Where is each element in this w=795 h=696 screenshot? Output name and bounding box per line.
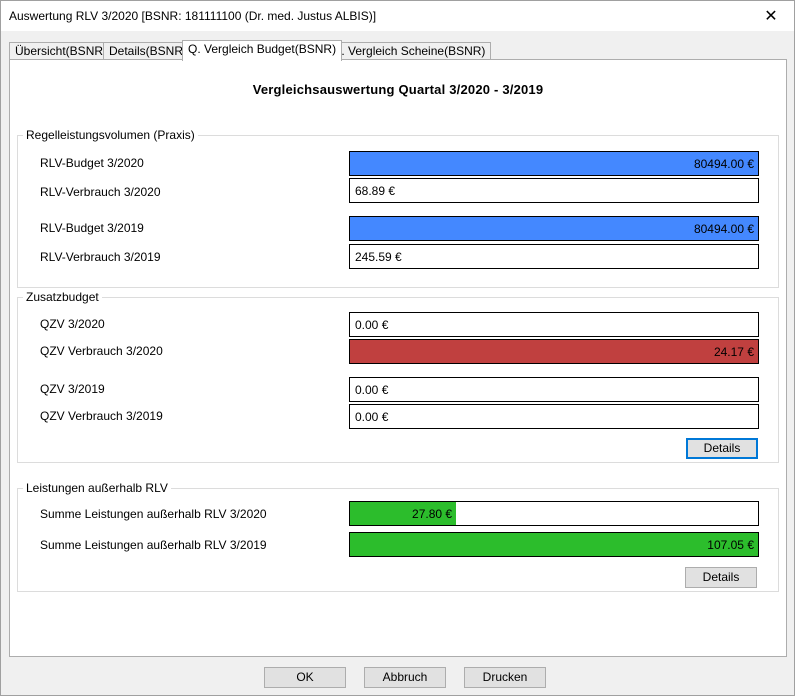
qzv-2020-field: 0.00 € bbox=[349, 312, 759, 337]
rlv-budget-2019-bar: 80494.00 € bbox=[349, 216, 759, 241]
zusatz-details-button[interactable]: Details bbox=[686, 438, 758, 459]
ausserhalb-details-button[interactable]: Details bbox=[685, 567, 757, 588]
print-button[interactable]: Drucken bbox=[464, 667, 546, 688]
rlv-verbrauch-2019-field: 245.59 € bbox=[349, 244, 759, 269]
ausserhalb-2020-label: Summe Leistungen außerhalb RLV 3/2020 bbox=[40, 507, 267, 521]
rlv-budget-2020-label: RLV-Budget 3/2020 bbox=[40, 156, 144, 170]
rlv-group-legend: Regelleistungsvolumen (Praxis) bbox=[23, 128, 198, 142]
qzv-verbrauch-2019-label: QZV Verbrauch 3/2019 bbox=[40, 409, 163, 423]
rlv-group: Regelleistungsvolumen (Praxis) RLV-Budge… bbox=[17, 128, 779, 288]
qzv-verbrauch-2020-value: 24.17 € bbox=[713, 345, 754, 359]
rlv-verbrauch-2020-value: 68.89 € bbox=[355, 184, 396, 198]
qzv-2020-label: QZV 3/2020 bbox=[40, 317, 105, 331]
zusatz-group: Zusatzbudget QZV 3/2020 0.00 € QZV Verbr… bbox=[17, 290, 779, 463]
rlv-budget-2019-value: 80494.00 € bbox=[693, 222, 754, 236]
rlv-budget-2020-bar: 80494.00 € bbox=[349, 151, 759, 176]
rlv-budget-2019-label: RLV-Budget 3/2019 bbox=[40, 221, 144, 235]
ausserhalb-2020-value: 27.80 € bbox=[412, 507, 453, 521]
qzv-verbrauch-2020-bar: 24.17 € bbox=[349, 339, 759, 364]
zusatz-group-legend: Zusatzbudget bbox=[23, 290, 102, 304]
ausserhalb-2019-label: Summe Leistungen außerhalb RLV 3/2019 bbox=[40, 538, 267, 552]
page-title: Vergleichsauswertung Quartal 3/2020 - 3/… bbox=[252, 82, 544, 97]
tab-vergleich-scheine[interactable]: Q. Vergleich Scheine(BSNR) bbox=[326, 42, 492, 60]
tab-uebersicht[interactable]: Übersicht(BSNR) bbox=[9, 42, 114, 60]
ausserhalb-2020-bar: 27.80 € bbox=[349, 501, 759, 526]
cancel-button[interactable]: Abbruch bbox=[364, 667, 446, 688]
rlv-verbrauch-2020-label: RLV-Verbrauch 3/2020 bbox=[40, 185, 161, 199]
dialog-window: Auswertung RLV 3/2020 [BSNR: 181111100 (… bbox=[0, 0, 795, 696]
rlv-verbrauch-2020-field: 68.89 € bbox=[349, 178, 759, 203]
ausserhalb-2019-fill bbox=[350, 533, 758, 556]
rlv-verbrauch-2019-label: RLV-Verbrauch 3/2019 bbox=[40, 250, 161, 264]
ausserhalb-2019-bar: 107.05 € bbox=[349, 532, 759, 557]
qzv-verbrauch-2020-label: QZV Verbrauch 3/2020 bbox=[40, 344, 163, 358]
qzv-2019-field: 0.00 € bbox=[349, 377, 759, 402]
rlv-budget-2020-value: 80494.00 € bbox=[693, 157, 754, 171]
ausserhalb-group: Leistungen außerhalb RLV Summe Leistunge… bbox=[17, 481, 779, 592]
tab-vergleich-budget[interactable]: Q. Vergleich Budget(BSNR) bbox=[182, 40, 343, 61]
tab-panel: Vergleichsauswertung Quartal 3/2020 - 3/… bbox=[9, 59, 787, 657]
ausserhalb-group-legend: Leistungen außerhalb RLV bbox=[23, 481, 171, 495]
tab-strip: Übersicht(BSNR) Details(BSNR) Q. Verglei… bbox=[9, 40, 789, 61]
qzv-verbrauch-2019-field: 0.00 € bbox=[349, 404, 759, 429]
rlv-verbrauch-2019-value: 245.59 € bbox=[355, 250, 402, 264]
window-title: Auswertung RLV 3/2020 [BSNR: 181111100 (… bbox=[9, 9, 377, 23]
qzv-verbrauch-2019-value: 0.00 € bbox=[355, 410, 389, 424]
qzv-2019-value: 0.00 € bbox=[355, 383, 389, 397]
qzv-2020-value: 0.00 € bbox=[355, 318, 389, 332]
qzv-verbrauch-2020-fill bbox=[350, 340, 758, 363]
title-bar: Auswertung RLV 3/2020 [BSNR: 181111100 (… bbox=[1, 1, 794, 31]
ausserhalb-2019-value: 107.05 € bbox=[707, 538, 754, 552]
close-icon: ✕ bbox=[764, 8, 778, 25]
ok-button[interactable]: OK bbox=[264, 667, 346, 688]
tab-details[interactable]: Details(BSNR) bbox=[103, 42, 194, 60]
close-button[interactable]: ✕ bbox=[748, 1, 794, 31]
qzv-2019-label: QZV 3/2019 bbox=[40, 382, 105, 396]
